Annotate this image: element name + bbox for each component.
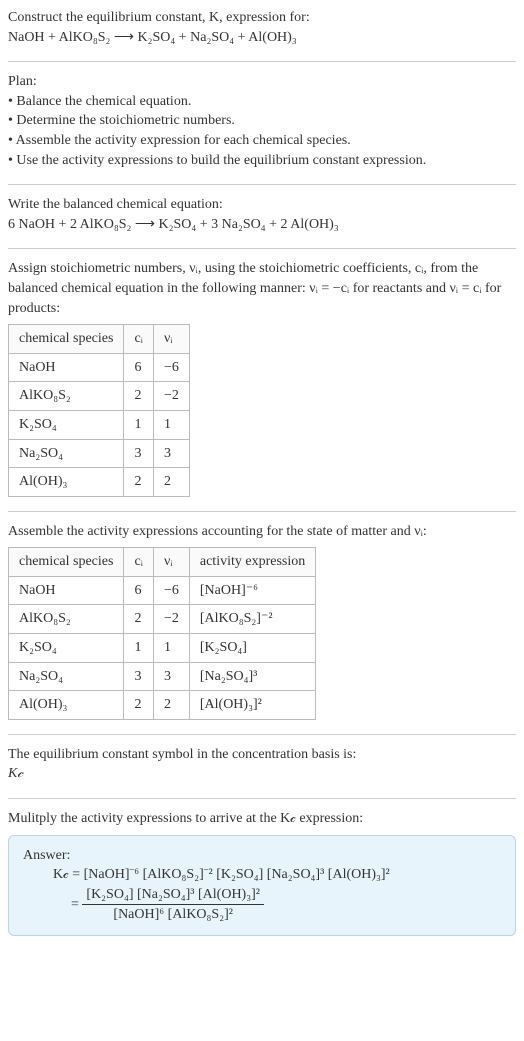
table-row: Na₂SO₄ 3 3 — [9, 439, 190, 468]
cell-ci: 2 — [124, 605, 154, 634]
cell-species: AlKO₈S₂ — [9, 605, 124, 634]
divider — [8, 61, 516, 62]
fraction-denominator: [NaOH]⁶ [AlKO₈S₂]² — [82, 905, 264, 925]
stoich-table: chemical species cᵢ νᵢ NaOH 6 −6 AlKO₈S₂… — [8, 324, 190, 497]
assign-text: Assign stoichiometric numbers, νᵢ, using… — [8, 259, 516, 318]
table-row: AlKO₈S₂ 2 −2 — [9, 382, 190, 411]
cell-ci: 3 — [124, 662, 154, 691]
balanced-block: Write the balanced chemical equation: 6 … — [8, 195, 516, 234]
cell-vi: −6 — [153, 353, 189, 382]
table-row: K₂SO₄ 1 1 — [9, 410, 190, 439]
col-species: chemical species — [9, 548, 124, 577]
cell-species: AlKO₈S₂ — [9, 382, 124, 411]
answer-label: Answer: — [23, 846, 501, 866]
cell-species: Na₂SO₄ — [9, 662, 124, 691]
plan-item: • Use the activity expressions to build … — [8, 151, 516, 171]
plan-item: • Determine the stoichiometric numbers. — [8, 111, 516, 131]
cell-species: K₂SO₄ — [9, 410, 124, 439]
cell-activity: [AlKO₈S₂]⁻² — [189, 605, 315, 634]
cell-vi: 1 — [153, 410, 189, 439]
multiply-block: Mulitply the activity expressions to arr… — [8, 809, 516, 936]
multiply-text: Mulitply the activity expressions to arr… — [8, 809, 516, 829]
plan-item: • Balance the chemical equation. — [8, 92, 516, 112]
fraction-numerator: [K₂SO₄] [Na₂SO₄]³ [Al(OH)₃]² — [82, 885, 264, 906]
answer-box: Answer: K𝒸 = [NaOH]⁻⁶ [AlKO₈S₂]⁻² [K₂SO₄… — [8, 835, 516, 936]
plan-item: • Assemble the activity expression for e… — [8, 131, 516, 151]
divider — [8, 734, 516, 735]
cell-species: NaOH — [9, 353, 124, 382]
prompt-equation: NaOH + AlKO₈S₂ ⟶ K₂SO₄ + Na₂SO₄ + Al(OH)… — [8, 28, 516, 48]
divider — [8, 184, 516, 185]
col-species: chemical species — [9, 325, 124, 354]
divider — [8, 248, 516, 249]
cell-species: K₂SO₄ — [9, 634, 124, 663]
cell-activity: [Na₂SO₄]³ — [189, 662, 315, 691]
col-activity: activity expression — [189, 548, 315, 577]
symbol-block: The equilibrium constant symbol in the c… — [8, 745, 516, 784]
col-ci: cᵢ — [124, 548, 154, 577]
cell-ci: 3 — [124, 439, 154, 468]
prompt-block: Construct the equilibrium constant, K, e… — [8, 8, 516, 47]
table-row: AlKO₈S₂ 2 −2 [AlKO₈S₂]⁻² — [9, 605, 316, 634]
cell-ci: 2 — [124, 382, 154, 411]
answer-line1: K𝒸 = [NaOH]⁻⁶ [AlKO₈S₂]⁻² [K₂SO₄] [Na₂SO… — [23, 865, 501, 885]
table-row: Al(OH)₃ 2 2 [Al(OH)₃]² — [9, 691, 316, 720]
cell-vi: 3 — [153, 662, 189, 691]
table-row: Al(OH)₃ 2 2 — [9, 468, 190, 497]
answer-line2: = [K₂SO₄] [Na₂SO₄]³ [Al(OH)₃]² [NaOH]⁶ [… — [23, 885, 501, 925]
cell-activity: [K₂SO₄] — [189, 634, 315, 663]
cell-ci: 2 — [124, 468, 154, 497]
col-ci: cᵢ — [124, 325, 154, 354]
table-row: NaOH 6 −6 [NaOH]⁻⁶ — [9, 576, 316, 605]
cell-vi: 2 — [153, 691, 189, 720]
cell-ci: 1 — [124, 634, 154, 663]
balanced-equation: 6 NaOH + 2 AlKO₈S₂ ⟶ K₂SO₄ + 3 Na₂SO₄ + … — [8, 215, 516, 235]
cell-species: Na₂SO₄ — [9, 439, 124, 468]
plan-block: Plan: • Balance the chemical equation. •… — [8, 72, 516, 170]
table-row: Na₂SO₄ 3 3 [Na₂SO₄]³ — [9, 662, 316, 691]
col-vi: νᵢ — [153, 325, 189, 354]
cell-ci: 6 — [124, 576, 154, 605]
cell-vi: −6 — [153, 576, 189, 605]
divider — [8, 511, 516, 512]
assemble-block: Assemble the activity expressions accoun… — [8, 522, 516, 720]
col-vi: νᵢ — [153, 548, 189, 577]
symbol-text: The equilibrium constant symbol in the c… — [8, 745, 516, 765]
cell-activity: [NaOH]⁻⁶ — [189, 576, 315, 605]
plan-heading: Plan: — [8, 72, 516, 92]
table-header-row: chemical species cᵢ νᵢ activity expressi… — [9, 548, 316, 577]
cell-species: Al(OH)₃ — [9, 691, 124, 720]
balanced-heading: Write the balanced chemical equation: — [8, 195, 516, 215]
cell-species: Al(OH)₃ — [9, 468, 124, 497]
cell-ci: 2 — [124, 691, 154, 720]
assign-block: Assign stoichiometric numbers, νᵢ, using… — [8, 259, 516, 496]
table-row: NaOH 6 −6 — [9, 353, 190, 382]
cell-activity: [Al(OH)₃]² — [189, 691, 315, 720]
cell-vi: −2 — [153, 605, 189, 634]
cell-ci: 6 — [124, 353, 154, 382]
cell-species: NaOH — [9, 576, 124, 605]
equals-sign: = — [53, 897, 79, 912]
cell-vi: 3 — [153, 439, 189, 468]
cell-vi: 1 — [153, 634, 189, 663]
cell-vi: −2 — [153, 382, 189, 411]
table-header-row: chemical species cᵢ νᵢ — [9, 325, 190, 354]
assemble-text: Assemble the activity expressions accoun… — [8, 522, 516, 542]
cell-vi: 2 — [153, 468, 189, 497]
fraction: [K₂SO₄] [Na₂SO₄]³ [Al(OH)₃]² [NaOH]⁶ [Al… — [82, 885, 264, 925]
table-row: K₂SO₄ 1 1 [K₂SO₄] — [9, 634, 316, 663]
cell-ci: 1 — [124, 410, 154, 439]
divider — [8, 798, 516, 799]
prompt-line1: Construct the equilibrium constant, K, e… — [8, 8, 516, 28]
kc-symbol: K𝒸 — [8, 764, 516, 784]
activity-table: chemical species cᵢ νᵢ activity expressi… — [8, 547, 316, 720]
